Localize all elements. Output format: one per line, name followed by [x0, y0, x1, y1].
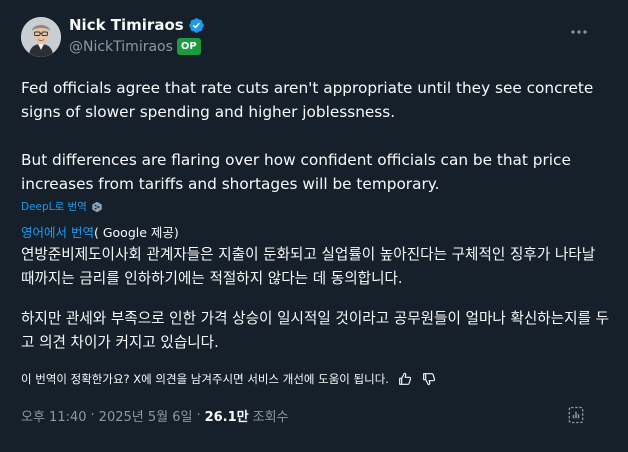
- meta-separator: ·: [196, 408, 201, 423]
- thumbs-up-icon[interactable]: [397, 371, 413, 387]
- views-label: 조회수: [252, 410, 289, 425]
- translated-from-link[interactable]: 영어에서 번역: [21, 225, 94, 240]
- translated-text: 연방준비제도이사회 관계자들은 지출이 둔화되고 실업률이 높아진다는 구체적인…: [21, 243, 613, 355]
- more-dots: [571, 30, 587, 34]
- tweet-card: Nick Timiraos @NickTimiraos OP Fed offic…: [0, 0, 628, 452]
- verified-badge-icon[interactable]: [188, 17, 205, 34]
- tweet-paragraph: Fed officials agree that rate cuts aren'…: [21, 79, 594, 121]
- author-display-name[interactable]: Nick Timiraos: [69, 16, 184, 34]
- deepl-label: DeepL로 번역: [21, 201, 87, 213]
- tweet-paragraph: But differences are flaring over how con…: [21, 151, 571, 193]
- author-name-row: Nick Timiraos: [69, 16, 205, 34]
- tweet-meta: 오후 11:40 · 2025년 5월 6일 · 26.1만 조회수: [21, 406, 289, 425]
- avatar[interactable]: [21, 17, 61, 57]
- translation-feedback: 이 번역이 정확한가요? X에 의견을 남겨주시면 서비스 개선에 도움이 됩니…: [21, 371, 437, 387]
- meta-separator: ·: [90, 408, 95, 423]
- translated-paragraph: 연방준비제도이사회 관계자들은 지출이 둔화되고 실업률이 높아진다는 구체적인…: [21, 246, 596, 287]
- analytics-icon[interactable]: [566, 405, 586, 425]
- feedback-prompt: 이 번역이 정확한가요? X에 의견을 남겨주시면 서비스 개선에 도움이 됩니…: [21, 372, 389, 386]
- tweet-date[interactable]: 2025년 5월 6일: [99, 406, 193, 425]
- deepl-translate-button[interactable]: DeepL로 번역: [21, 199, 103, 214]
- thumbs-down-icon[interactable]: [421, 371, 437, 387]
- translated-paragraph: 하지만 관세와 부족으로 인한 가격 상승이 일시적일 것이라고 공무원들이 얼…: [21, 310, 610, 351]
- avatar-image: [21, 17, 61, 57]
- google-translation-header: 영어에서 번역( Google 제공): [21, 222, 179, 241]
- views-count: 26.1만: [204, 410, 249, 425]
- deepl-icon: [92, 201, 102, 212]
- more-icon[interactable]: [570, 20, 588, 39]
- tweet-time[interactable]: 오후 11:40: [21, 406, 87, 425]
- tweet-text: Fed officials agree that rate cuts aren'…: [21, 76, 611, 196]
- op-badge: OP: [176, 38, 201, 55]
- author-handle[interactable]: @NickTimiraos: [69, 39, 173, 55]
- translation-credit: ( Google 제공): [93, 225, 179, 240]
- author-handle-row: @NickTimiraos OP: [69, 38, 201, 55]
